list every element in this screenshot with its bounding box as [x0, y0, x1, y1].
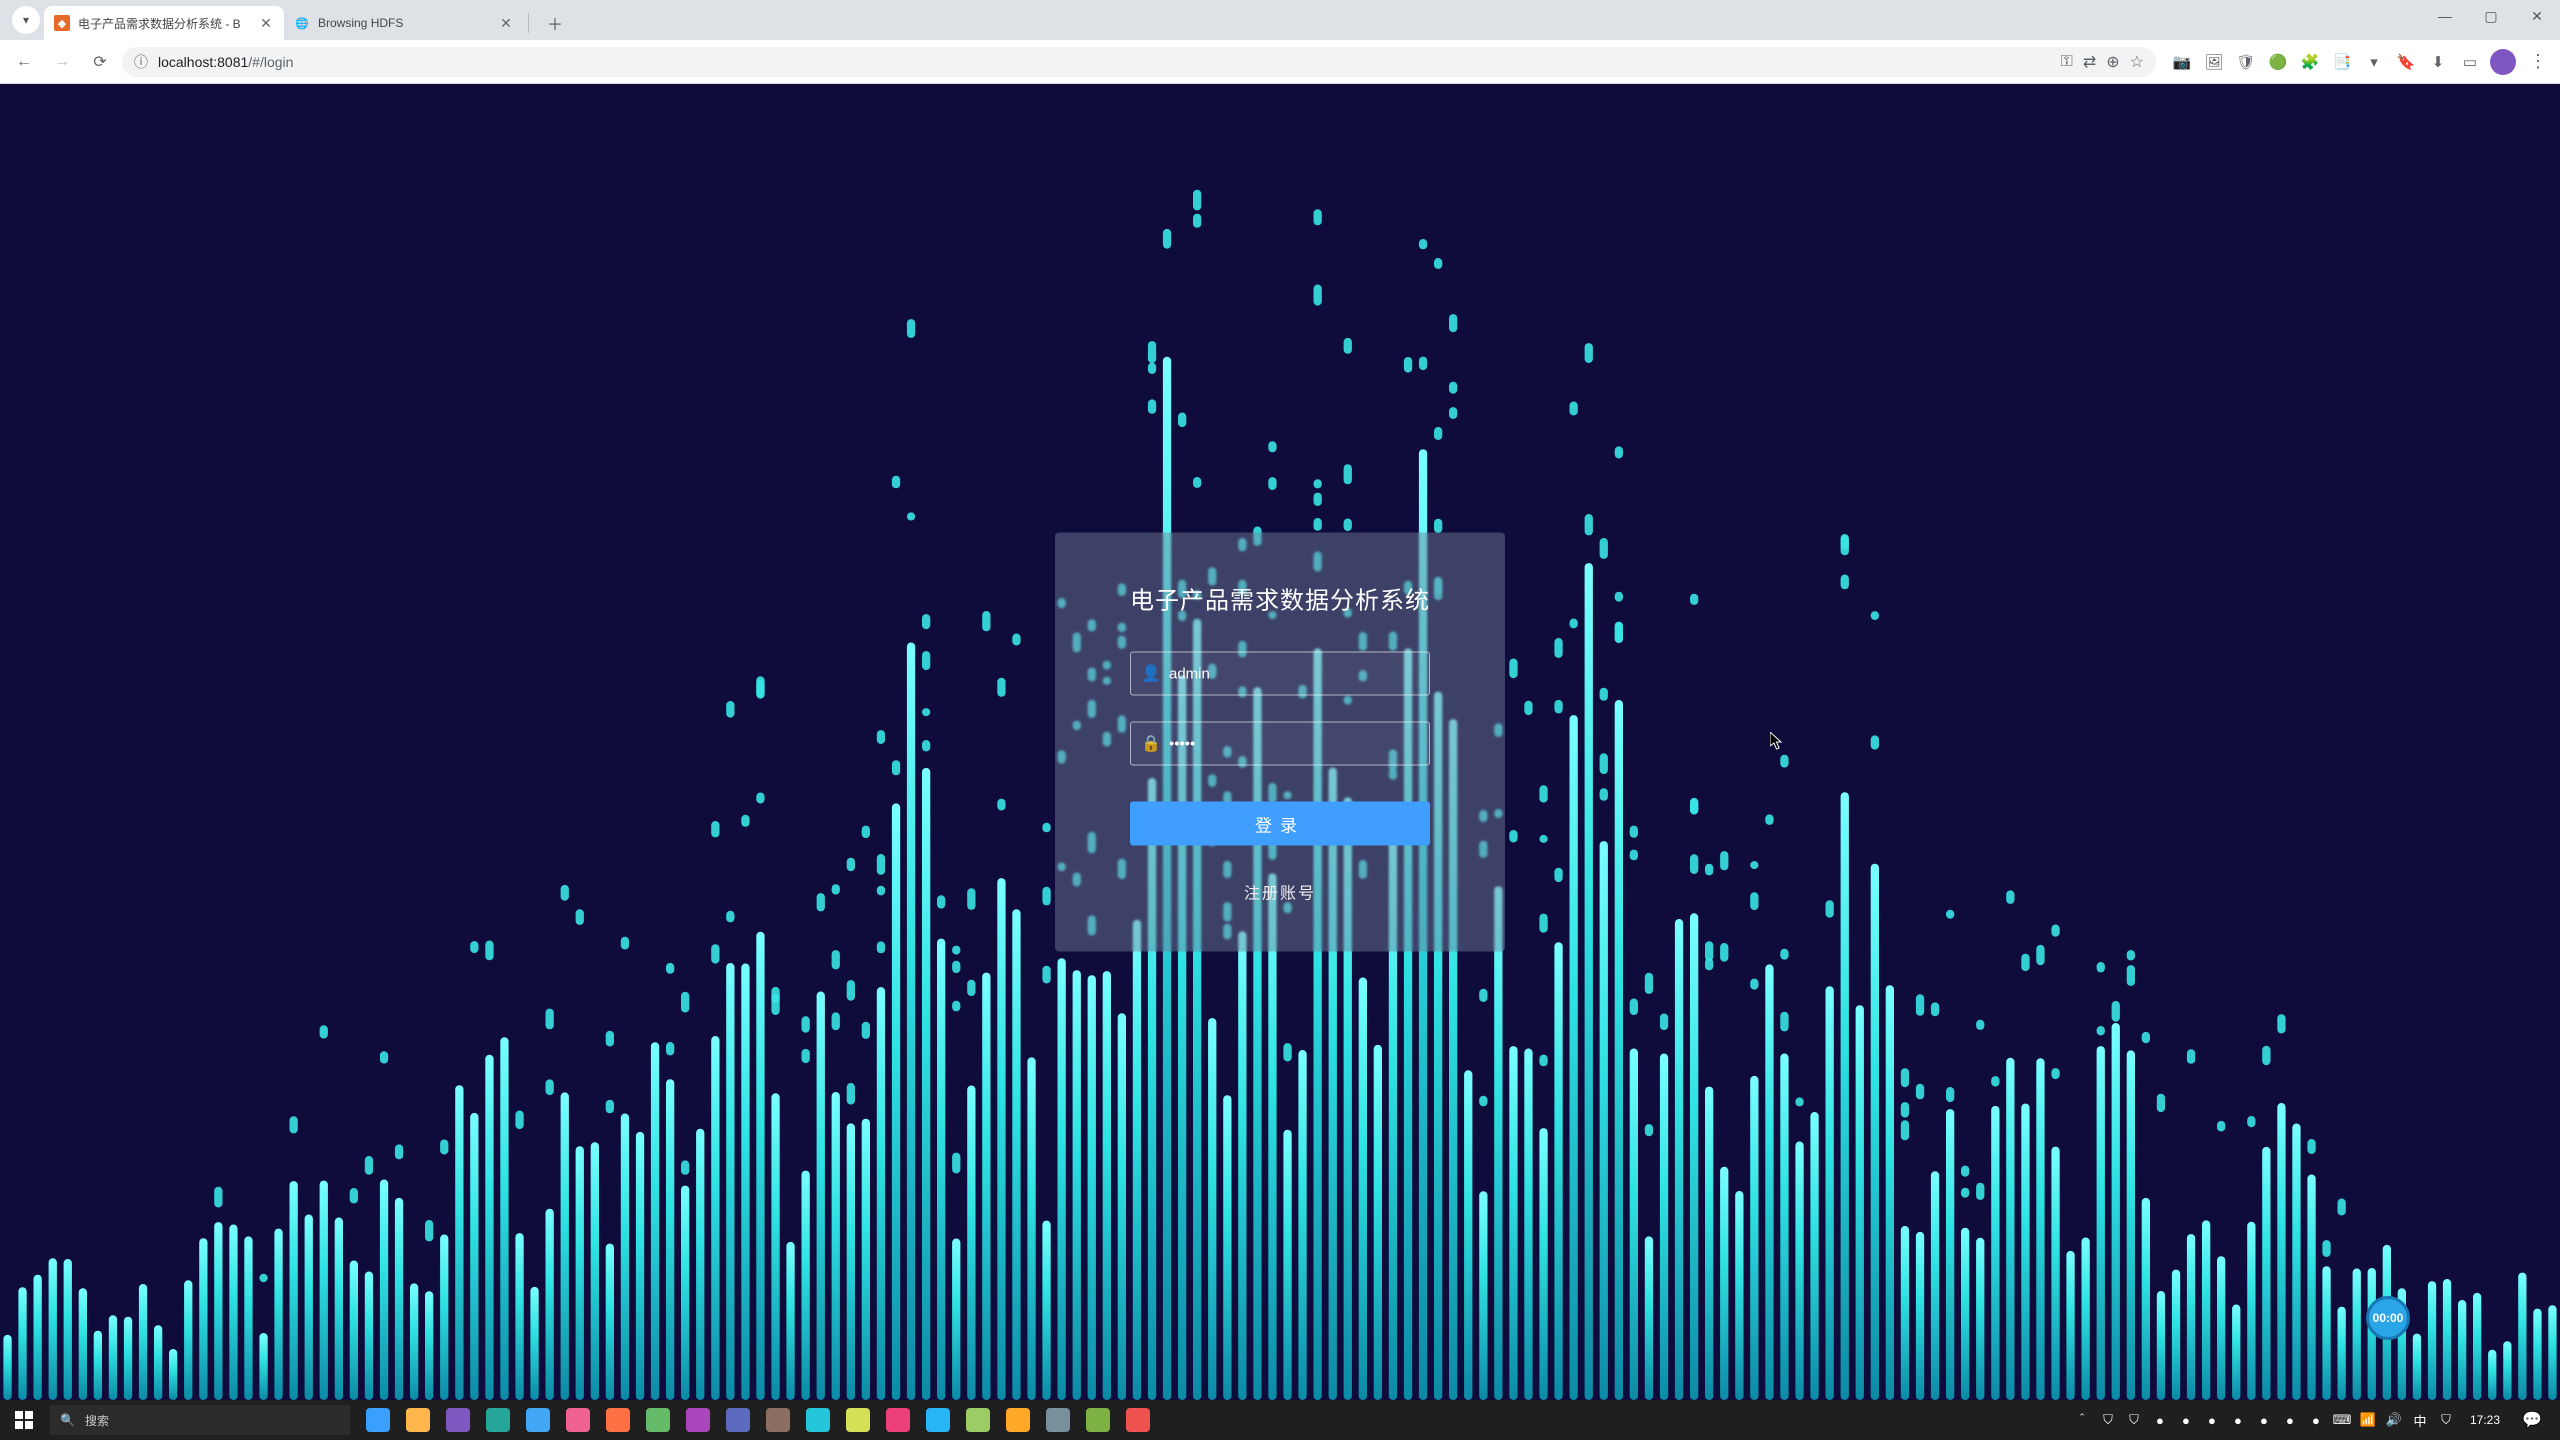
tab-app[interactable]: ◆ 电子产品需求数据分析系统 - B ✕	[44, 6, 284, 40]
extension-icon[interactable]: 🔖	[2394, 50, 2418, 74]
tray-icon[interactable]: 📶	[2358, 1410, 2378, 1430]
profile-avatar[interactable]	[2490, 49, 2516, 75]
extension-icon[interactable]: 📑	[2330, 50, 2354, 74]
window-controls: — ▢ ✕	[2422, 0, 2560, 40]
tab-hdfs[interactable]: 🌐 Browsing HDFS ✕	[284, 6, 524, 40]
taskbar-search[interactable]: 🔍 搜索	[50, 1405, 350, 1435]
tray-icon[interactable]: ●	[2176, 1410, 2196, 1430]
taskbar-app[interactable]	[1078, 1400, 1118, 1440]
login-card: 电子产品需求数据分析系统 👤 🔒 登录 注册账号	[1055, 533, 1505, 952]
taskbar-app[interactable]	[1118, 1400, 1158, 1440]
search-placeholder: 搜索	[85, 1412, 109, 1429]
bookmark-star-icon[interactable]: ☆	[2130, 52, 2144, 72]
globe-icon: 🌐	[294, 15, 310, 31]
tray-icon[interactable]: ⛉	[2124, 1410, 2144, 1430]
tray-icon[interactable]: ●	[2254, 1410, 2274, 1430]
taskbar-app[interactable]	[518, 1400, 558, 1440]
taskbar-app[interactable]	[358, 1400, 398, 1440]
tray-icon[interactable]: ⛉	[2436, 1410, 2456, 1430]
site-info-icon[interactable]: ⓘ	[134, 52, 148, 72]
taskbar-app[interactable]	[958, 1400, 998, 1440]
taskbar-app[interactable]	[638, 1400, 678, 1440]
reload-button[interactable]: ⟳	[84, 46, 116, 78]
taskbar-app[interactable]	[718, 1400, 758, 1440]
taskbar-app[interactable]	[798, 1400, 838, 1440]
register-link[interactable]: 注册账号	[1095, 880, 1465, 904]
taskbar-app[interactable]	[918, 1400, 958, 1440]
notifications-icon[interactable]: 💬	[2514, 1410, 2550, 1430]
taskbar-app[interactable]	[598, 1400, 638, 1440]
windows-icon	[15, 1411, 33, 1429]
tray-icon[interactable]: 中	[2410, 1410, 2430, 1430]
extension-icon[interactable]: 🟢	[2266, 50, 2290, 74]
sidepanel-icon[interactable]: ▭	[2458, 50, 2482, 74]
recorder-badge[interactable]: 00:00	[2366, 1296, 2410, 1340]
extensions-row: 📷 🖼 🛡 🟢 🧩 📑 ▾ 🔖 ⬇ ▭ ⋮	[2162, 49, 2552, 75]
tray-icon[interactable]: ●	[2280, 1410, 2300, 1430]
taskbar-app[interactable]	[1038, 1400, 1078, 1440]
password-field-wrap: 🔒	[1130, 722, 1430, 766]
tab-title: Browsing HDFS	[318, 16, 490, 30]
taskbar-app[interactable]	[558, 1400, 598, 1440]
taskbar-app[interactable]	[438, 1400, 478, 1440]
extension-icon[interactable]: 📷	[2170, 50, 2194, 74]
user-icon: 👤	[1141, 664, 1159, 684]
taskbar-app[interactable]	[678, 1400, 718, 1440]
favicon-icon: ◆	[54, 15, 70, 31]
extension-icon[interactable]: 🖼	[2202, 50, 2226, 74]
tab-title: 电子产品需求数据分析系统 - B	[78, 15, 250, 32]
close-icon[interactable]: ✕	[498, 15, 514, 32]
taskbar-app[interactable]	[478, 1400, 518, 1440]
tray-icon[interactable]: ●	[2228, 1410, 2248, 1430]
taskbar-app[interactable]	[998, 1400, 1038, 1440]
taskbar-app[interactable]	[838, 1400, 878, 1440]
back-button[interactable]: ←	[8, 46, 40, 78]
extension-icon[interactable]: ▾	[2362, 50, 2386, 74]
zoom-icon[interactable]: ⊕	[2106, 52, 2119, 72]
taskbar: 🔍 搜索 ＾ ⛉ ⛉ ● ● ● ● ● ● ● ⌨ 📶 🔊 中 ⛉ 17:23 💬	[0, 1400, 2560, 1440]
tray-icon[interactable]: ●	[2150, 1410, 2170, 1430]
tray-icon[interactable]: ●	[2202, 1410, 2222, 1430]
new-tab-button[interactable]: ＋	[541, 9, 569, 37]
taskbar-app[interactable]	[398, 1400, 438, 1440]
login-title: 电子产品需求数据分析系统	[1095, 581, 1465, 616]
translate-icon[interactable]: ⇄	[2083, 52, 2096, 72]
password-input[interactable]	[1169, 735, 1419, 752]
extensions-menu-icon[interactable]: 🧩	[2298, 50, 2322, 74]
downloads-icon[interactable]: ⬇	[2426, 50, 2450, 74]
close-window-button[interactable]: ✕	[2514, 0, 2560, 32]
tray-icon[interactable]: ●	[2306, 1410, 2326, 1430]
toolbar: ← → ⟳ ⓘ localhost:8081/#/login ⚿ ⇄ ⊕ ☆ 📷…	[0, 40, 2560, 84]
tabs-dropdown[interactable]: ▾	[12, 6, 40, 34]
close-icon[interactable]: ✕	[258, 15, 274, 32]
url-text: localhost:8081/#/login	[158, 54, 2051, 70]
taskbar-clock[interactable]: 17:23	[2464, 1413, 2506, 1427]
tray-icon[interactable]: 🔊	[2384, 1410, 2404, 1430]
browser-window: ▾ ◆ 电子产品需求数据分析系统 - B ✕ 🌐 Browsing HDFS ✕…	[0, 0, 2560, 1440]
start-button[interactable]	[0, 1400, 48, 1440]
mouse-cursor-icon	[1770, 732, 1782, 750]
extension-icon[interactable]: 🛡	[2234, 50, 2258, 74]
kebab-menu-icon[interactable]: ⋮	[2524, 51, 2552, 72]
username-field-wrap: 👤	[1130, 652, 1430, 696]
tab-strip: ▾ ◆ 电子产品需求数据分析系统 - B ✕ 🌐 Browsing HDFS ✕…	[0, 0, 2560, 40]
maximize-button[interactable]: ▢	[2468, 0, 2514, 32]
tab-separator	[528, 13, 529, 33]
page-viewport: 电子产品需求数据分析系统 👤 🔒 登录 注册账号 00:00	[0, 84, 2560, 1400]
system-tray: ＾ ⛉ ⛉ ● ● ● ● ● ● ● ⌨ 📶 🔊 中 ⛉ 17:23 💬	[2072, 1400, 2560, 1440]
taskbar-app[interactable]	[758, 1400, 798, 1440]
search-icon: 🔍	[60, 1413, 75, 1427]
address-bar[interactable]: ⓘ localhost:8081/#/login ⚿ ⇄ ⊕ ☆	[122, 47, 2156, 77]
lock-icon: 🔒	[1141, 734, 1159, 754]
minimize-button[interactable]: —	[2422, 0, 2468, 32]
tray-icon[interactable]: ⛉	[2098, 1410, 2118, 1430]
password-icon[interactable]: ⚿	[2061, 53, 2073, 71]
username-input[interactable]	[1169, 665, 1419, 682]
taskbar-apps	[358, 1400, 1158, 1440]
login-button[interactable]: 登录	[1130, 802, 1430, 846]
tray-icon[interactable]: ＾	[2072, 1410, 2092, 1430]
taskbar-app[interactable]	[878, 1400, 918, 1440]
tray-icon[interactable]: ⌨	[2332, 1410, 2352, 1430]
forward-button[interactable]: →	[46, 46, 78, 78]
